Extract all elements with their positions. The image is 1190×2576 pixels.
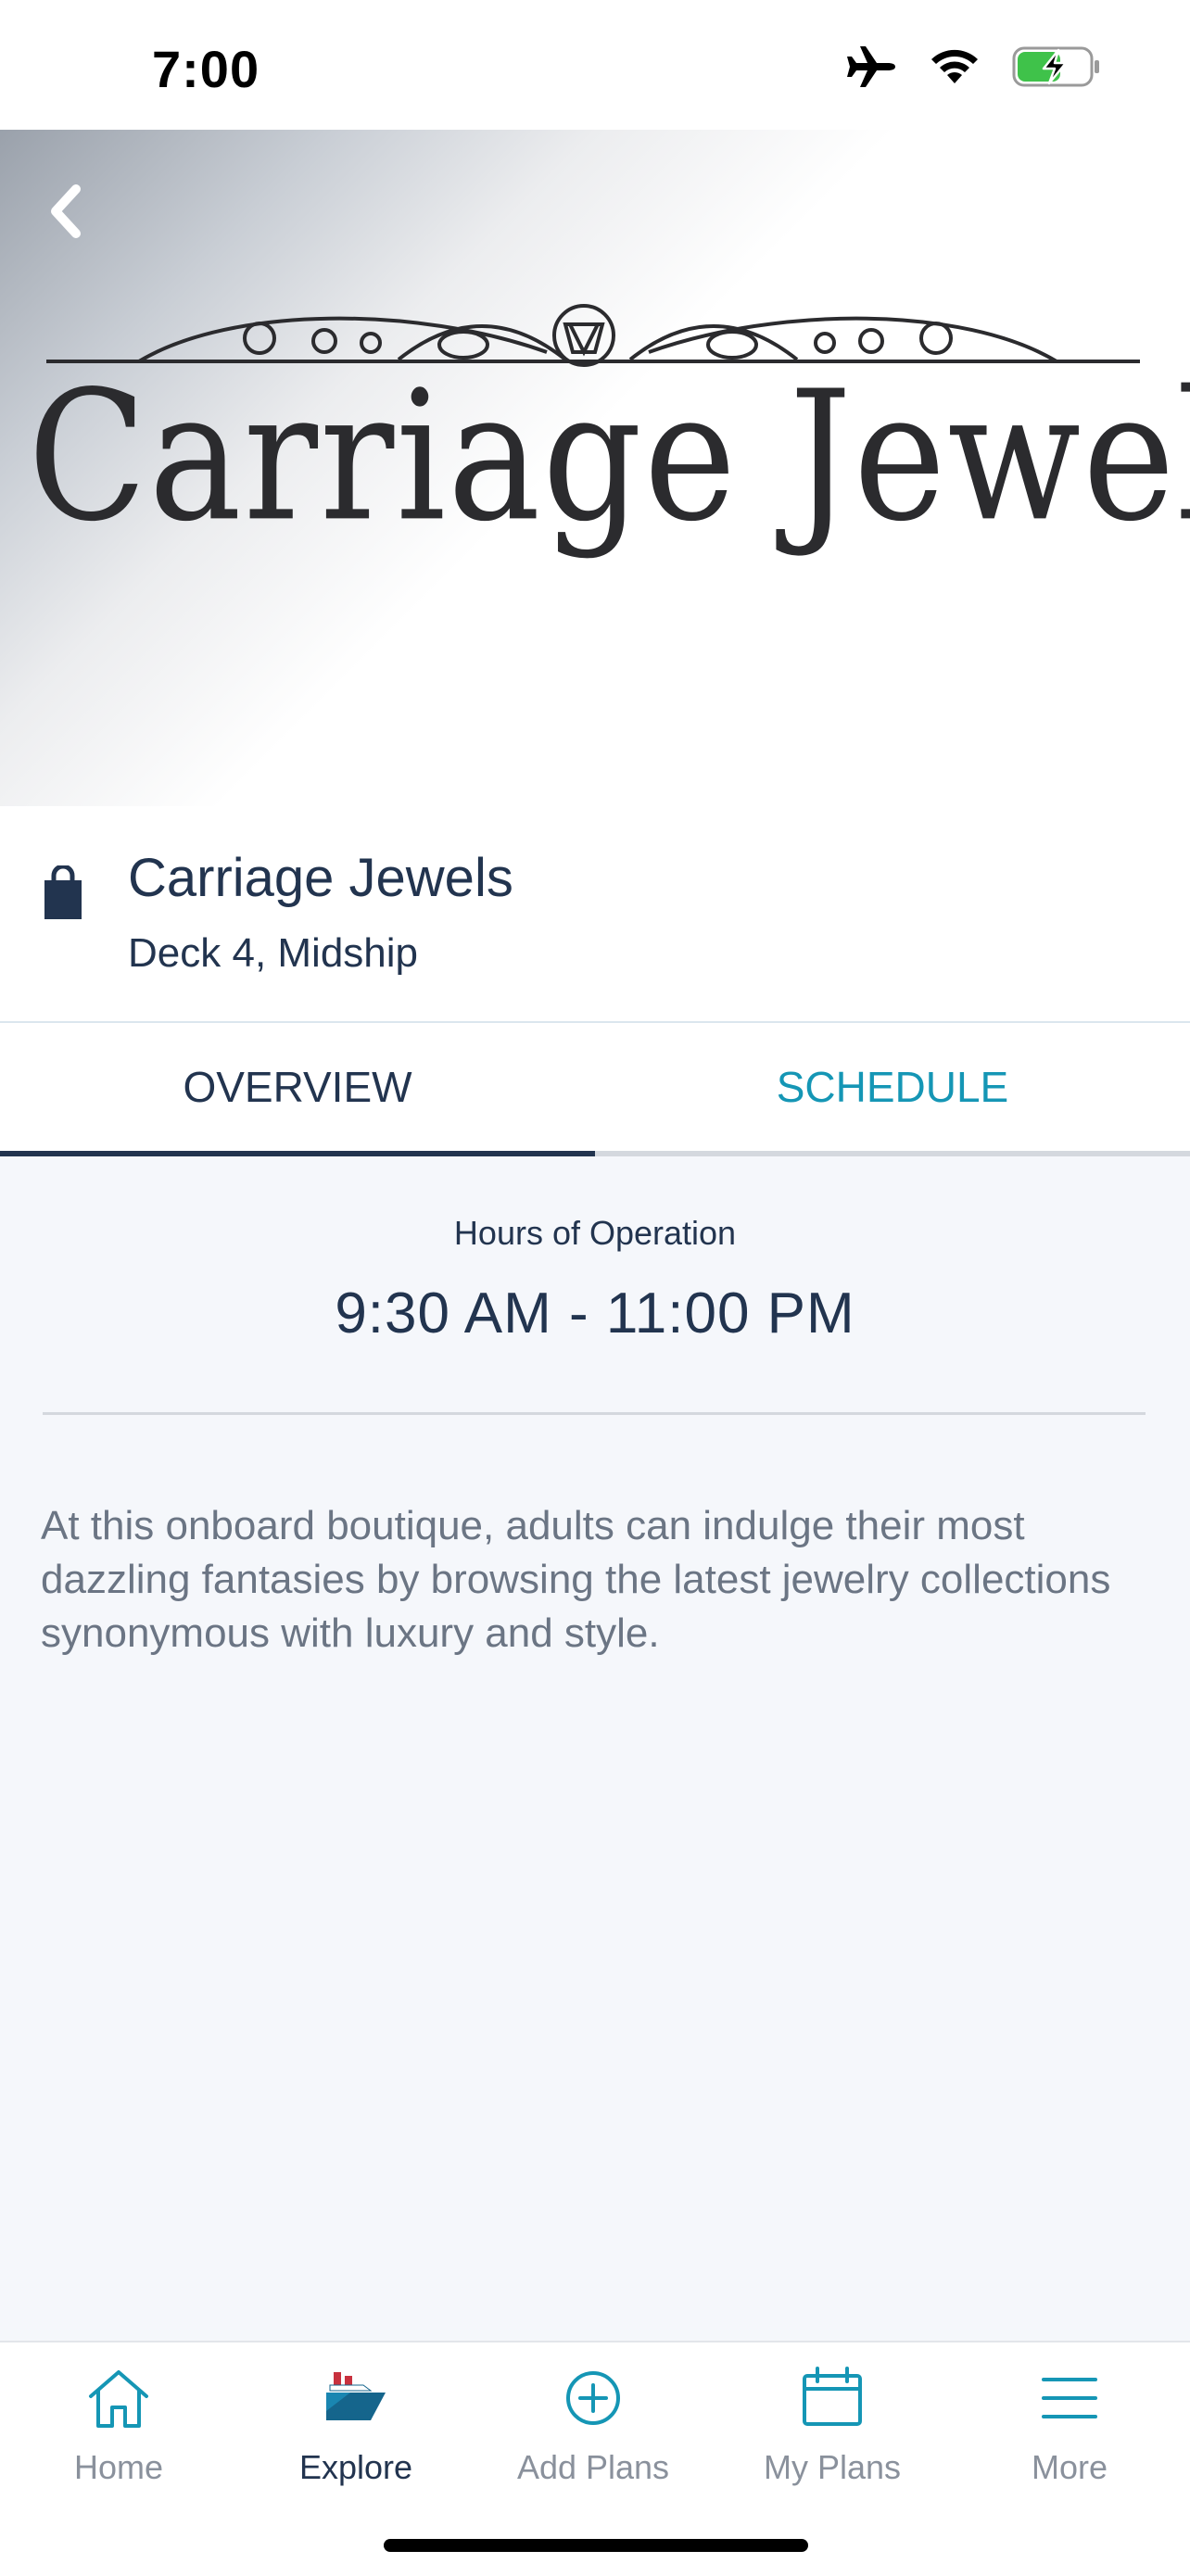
status-time: 7:00 <box>152 40 260 98</box>
shopping-bag-icon <box>41 864 85 921</box>
plus-circle-icon <box>556 2361 630 2435</box>
status-icons <box>845 44 1101 94</box>
back-button[interactable] <box>37 176 93 250</box>
tabbar-my-plans[interactable]: My Plans <box>714 2361 951 2500</box>
venue-title: Carriage Jewels <box>128 848 513 908</box>
battery-charging-icon <box>1012 45 1101 93</box>
venue-header: Carriage Jewels Deck 4, Midship <box>0 806 1190 1023</box>
tabbar-more[interactable]: More <box>951 2361 1188 2500</box>
tab-overview[interactable]: OVERVIEW <box>0 1023 595 1151</box>
hours-value: 9:30 AM - 11:00 PM <box>335 1282 855 1345</box>
hero-banner: Carriage Jewels <box>0 130 1190 806</box>
venue-location: Deck 4, Midship <box>128 930 419 976</box>
home-indicator <box>384 2539 808 2552</box>
logo-wordmark: Carriage Jewels <box>28 352 1190 562</box>
tabbar-add-plans[interactable]: Add Plans <box>475 2361 712 2500</box>
home-icon <box>82 2361 156 2435</box>
divider <box>43 1412 1146 1415</box>
venue-description: At this onboard boutique, adults can ind… <box>41 1503 1111 1656</box>
wifi-icon <box>929 46 981 92</box>
tabbar-home[interactable]: Home <box>0 2361 237 2500</box>
tabbar-my-plans-label: My Plans <box>763 2448 902 2486</box>
calendar-icon <box>795 2361 869 2435</box>
brand-logo: Carriage Jewels <box>28 297 1190 630</box>
tabbar-more-label: More <box>1031 2448 1108 2486</box>
menu-icon <box>1032 2361 1107 2435</box>
status-bar: 7:00 <box>0 0 1190 130</box>
airplane-icon <box>845 44 897 94</box>
hours-label: Hours of Operation <box>453 1214 737 1252</box>
tabbar-home-label: Home <box>73 2448 164 2486</box>
tabbar-explore[interactable]: Explore <box>237 2361 475 2500</box>
ship-icon <box>319 2361 393 2435</box>
tabbar-explore-label: Explore <box>298 2448 413 2486</box>
segment-tabs: OVERVIEW SCHEDULE <box>0 1023 1190 1156</box>
overview-content: Hours of Operation 9:30 AM - 11:00 PM At… <box>0 1156 1190 2341</box>
tabbar-add-plans-label: Add Plans <box>516 2448 670 2486</box>
tab-schedule[interactable]: SCHEDULE <box>595 1023 1190 1151</box>
chevron-left-icon <box>46 183 83 244</box>
